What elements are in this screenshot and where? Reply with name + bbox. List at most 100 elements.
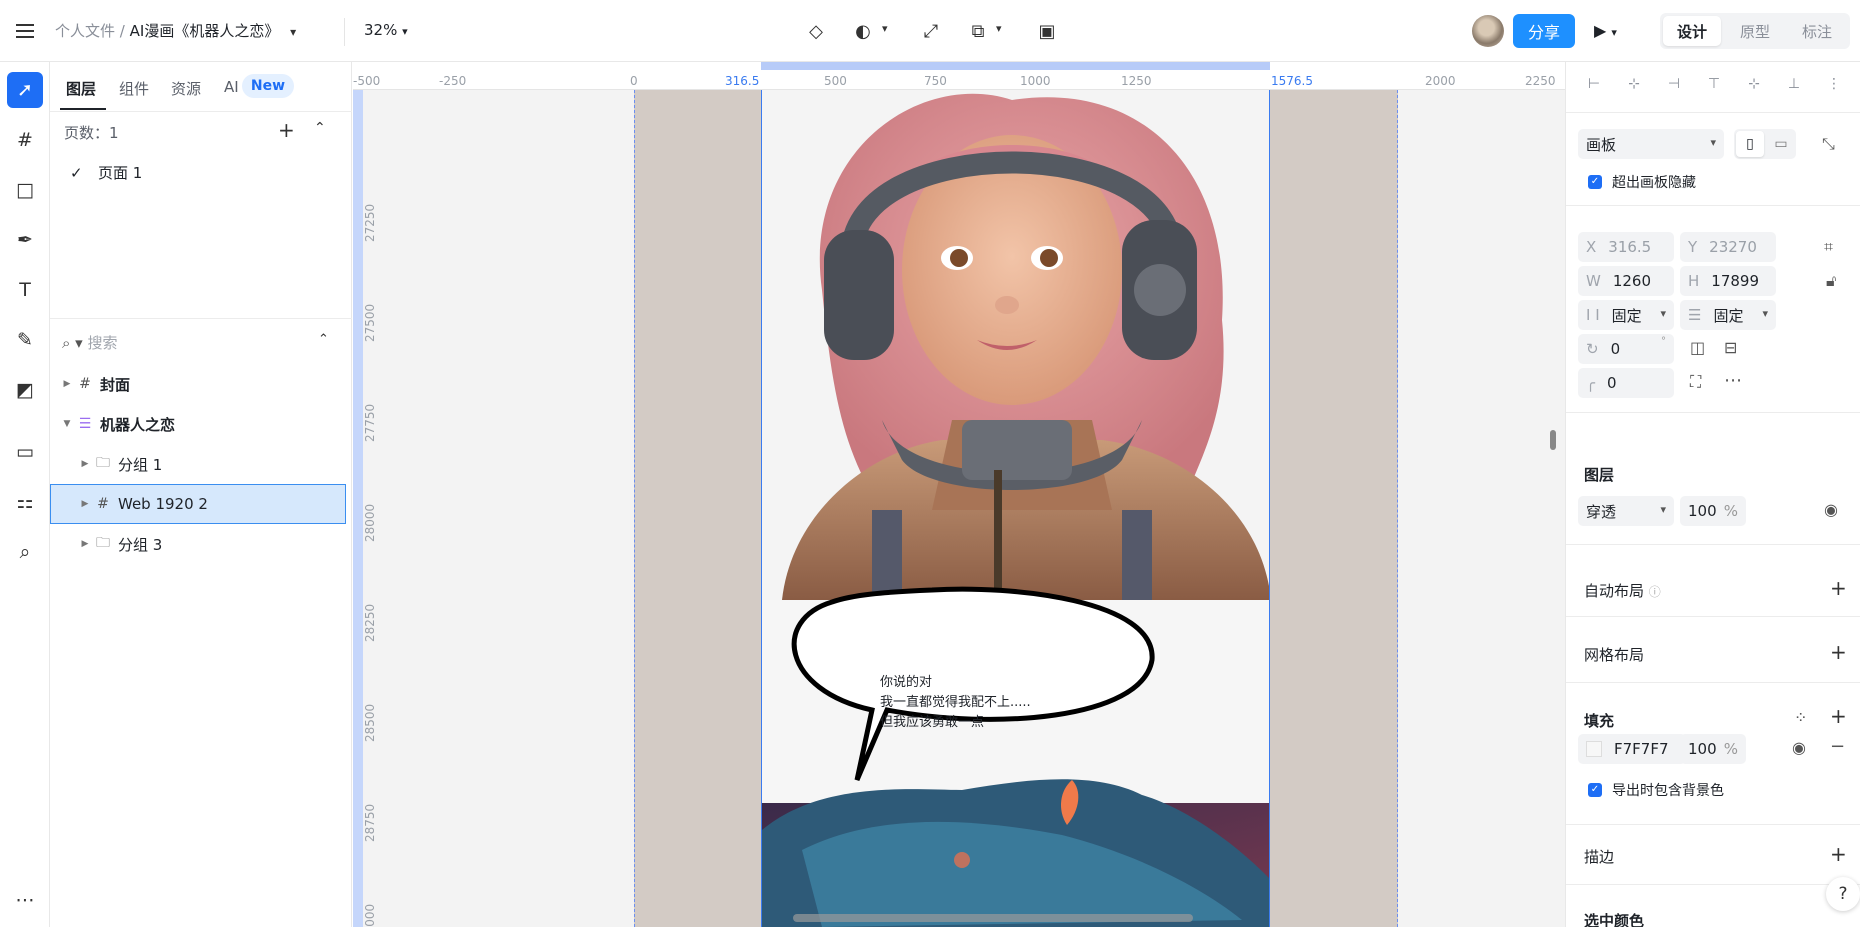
tab-annotate[interactable]: 标注 xyxy=(1788,16,1846,46)
boolean-icon[interactable]: ⧉ xyxy=(963,16,993,46)
slice-tool-icon[interactable]: ◩ xyxy=(7,372,43,408)
artboard-web-1920-2[interactable]: 你说的对 我一直都觉得我配不上..... 但我应该勇敢一点 xyxy=(761,90,1270,927)
mask-icon[interactable]: ◐ xyxy=(848,16,878,46)
h-field[interactable]: H 17899 xyxy=(1680,266,1776,296)
checkbox-checked-icon[interactable]: ✓ xyxy=(1588,783,1602,797)
add-grid-layout-button[interactable]: + xyxy=(1830,640,1847,664)
checkbox-checked-icon[interactable]: ✓ xyxy=(1588,175,1602,189)
layer-row[interactable]: ▶ # 封面 xyxy=(50,364,346,404)
layer-opacity-field[interactable]: 100% xyxy=(1680,496,1746,526)
tab-ai[interactable]: AI xyxy=(224,78,239,96)
layer-search[interactable]: ⌕ ▾ 搜索 xyxy=(62,332,118,353)
frame-tool-icon[interactable]: # xyxy=(7,122,43,158)
expand-icon[interactable]: ▶ xyxy=(60,379,74,389)
horizontal-scrollbar[interactable] xyxy=(793,914,1193,922)
fill-swatch[interactable] xyxy=(1586,741,1602,757)
text-tool-icon[interactable]: T xyxy=(7,272,43,308)
absolute-position-icon[interactable]: ⌗ xyxy=(1824,237,1833,257)
distribute-icon[interactable]: ⋮ xyxy=(1824,76,1844,96)
move-tool-icon[interactable]: ➚ xyxy=(7,72,43,108)
rotation-field[interactable]: ↻ 0 ° xyxy=(1578,334,1674,364)
tab-assets[interactable]: 资源 xyxy=(171,78,201,99)
vertical-constraint-select[interactable]: ☰ 固定 ▾ xyxy=(1680,300,1776,330)
add-page-icon[interactable]: + xyxy=(278,118,295,142)
flip-horizontal-icon[interactable]: ◫ xyxy=(1690,338,1705,357)
align-v-center-icon[interactable]: ⊹ xyxy=(1744,76,1764,96)
align-bottom-icon[interactable]: ⊥ xyxy=(1784,76,1804,96)
style-dots-icon[interactable]: ⁘ xyxy=(1794,708,1807,727)
clip-content-toggle[interactable]: ✓ 超出画板隐藏 xyxy=(1588,172,1696,192)
frame-type-select[interactable]: 画板 ▾ xyxy=(1578,129,1724,159)
more-icon[interactable]: ⋯ xyxy=(7,882,43,918)
chevron-down-icon[interactable]: ▾ xyxy=(882,22,888,35)
tab-prototype[interactable]: 原型 xyxy=(1726,16,1784,46)
expand-icon[interactable]: ▶ xyxy=(78,459,92,469)
chevron-down-icon[interactable]: ▾ xyxy=(996,22,1002,35)
fill-opacity-field[interactable]: 100% xyxy=(1680,734,1746,764)
w-field[interactable]: W 1260 xyxy=(1578,266,1674,296)
eye-icon[interactable]: ◉ xyxy=(1824,500,1838,519)
landscape-icon[interactable]: ▭ xyxy=(1768,131,1794,157)
tab-design[interactable]: 设计 xyxy=(1663,16,1721,46)
rectangle-tool-icon[interactable]: □ xyxy=(7,172,43,208)
expand-icon[interactable]: ▶ xyxy=(78,499,92,509)
file-name[interactable]: AI漫画《机器人之恋》 xyxy=(130,22,280,40)
vertical-scrollbar[interactable] xyxy=(1550,430,1556,450)
portrait-icon[interactable]: ▯ xyxy=(1736,131,1764,157)
expand-icon[interactable]: ▶ xyxy=(78,539,92,549)
collapse-all-icon[interactable]: ⌃ xyxy=(318,332,329,347)
layer-row[interactable]: ▶ 🗀 分组 1 xyxy=(50,444,346,484)
present-button[interactable]: ▶ ▾ xyxy=(1594,21,1617,40)
collapse-pages-icon[interactable]: ⌃ xyxy=(314,120,326,136)
more-icon[interactable]: ⋯ xyxy=(1724,370,1742,391)
independent-corners-icon[interactable]: ⛶ xyxy=(1690,372,1701,392)
pencil-tool-icon[interactable]: ✎ xyxy=(7,322,43,358)
align-toolbar: ⊢ ⊹ ⊣ ⊤ ⊹ ⊥ ⋮ xyxy=(1584,76,1854,100)
layer-row[interactable]: ▶ 🗀 分组 3 xyxy=(50,524,346,564)
horizontal-constraint-select[interactable]: I I 固定 ▾ xyxy=(1578,300,1674,330)
resize-icon[interactable]: ⤢ xyxy=(916,16,946,46)
frame-select-icon[interactable]: ▣ xyxy=(1032,16,1062,46)
hamburger-menu-icon[interactable] xyxy=(12,18,38,44)
blend-mode-select[interactable]: 穿透 ▾ xyxy=(1578,496,1674,526)
align-left-icon[interactable]: ⊢ xyxy=(1584,76,1604,96)
plugins-icon[interactable]: ⚏ xyxy=(7,484,43,520)
search-icon[interactable]: ⌕ xyxy=(7,534,43,570)
add-auto-layout-button[interactable]: + xyxy=(1830,576,1847,600)
v-constraint-icon: ☰ xyxy=(1688,306,1702,324)
lock-ratio-icon[interactable]: 🔓︎ xyxy=(1826,271,1836,291)
help-icon[interactable]: ⓘ xyxy=(1649,585,1661,599)
pen-tool-icon[interactable]: ✒ xyxy=(7,222,43,258)
remove-fill-icon[interactable]: − xyxy=(1830,736,1845,757)
eye-icon[interactable]: ◉ xyxy=(1792,738,1806,757)
component-icon[interactable]: ◇ xyxy=(801,16,831,46)
x-field[interactable]: X 316.5 xyxy=(1578,232,1674,262)
zoom-dropdown[interactable]: 32% ▾ xyxy=(364,21,408,39)
chevron-down-icon[interactable]: ▾ xyxy=(290,25,296,39)
align-right-icon[interactable]: ⊣ xyxy=(1664,76,1684,96)
avatar[interactable] xyxy=(1472,15,1504,47)
page-item[interactable]: ✓ 页面 1 xyxy=(70,162,142,183)
export-background-toggle[interactable]: ✓ 导出时包含背景色 xyxy=(1588,780,1724,800)
add-fill-button[interactable]: + xyxy=(1830,704,1847,728)
search-input[interactable]: 搜索 xyxy=(87,334,117,352)
comment-tool-icon[interactable]: ▭ xyxy=(7,434,43,470)
layer-row-selected[interactable]: ▶ # Web 1920 2 xyxy=(50,484,346,524)
breadcrumb-root[interactable]: 个人文件 xyxy=(55,22,115,40)
align-top-icon[interactable]: ⊤ xyxy=(1704,76,1724,96)
tab-components[interactable]: 组件 xyxy=(119,78,149,99)
help-button[interactable]: ? xyxy=(1826,877,1860,911)
layer-row[interactable]: ▼ ☰ 机器人之恋 xyxy=(50,404,346,444)
fill-color-field[interactable]: F7F7F7 xyxy=(1578,734,1686,764)
y-field[interactable]: Y 23270 xyxy=(1680,232,1776,262)
tab-layers[interactable]: 图层 xyxy=(66,78,96,99)
add-stroke-button[interactable]: + xyxy=(1830,842,1847,866)
align-h-center-icon[interactable]: ⊹ xyxy=(1624,76,1644,96)
fit-content-icon[interactable]: ⤡ xyxy=(1822,134,1835,154)
corner-radius-field[interactable]: ╭ 0 xyxy=(1578,368,1674,398)
canvas[interactable]: 你说的对 我一直都觉得我配不上..... 但我应该勇敢一点 -500 -250 … xyxy=(353,62,1565,927)
collapse-icon[interactable]: ▼ xyxy=(60,419,74,429)
h-value: 17899 xyxy=(1711,272,1759,290)
flip-vertical-icon[interactable]: ⊟ xyxy=(1724,338,1737,357)
share-button[interactable]: 分享 xyxy=(1513,14,1575,48)
